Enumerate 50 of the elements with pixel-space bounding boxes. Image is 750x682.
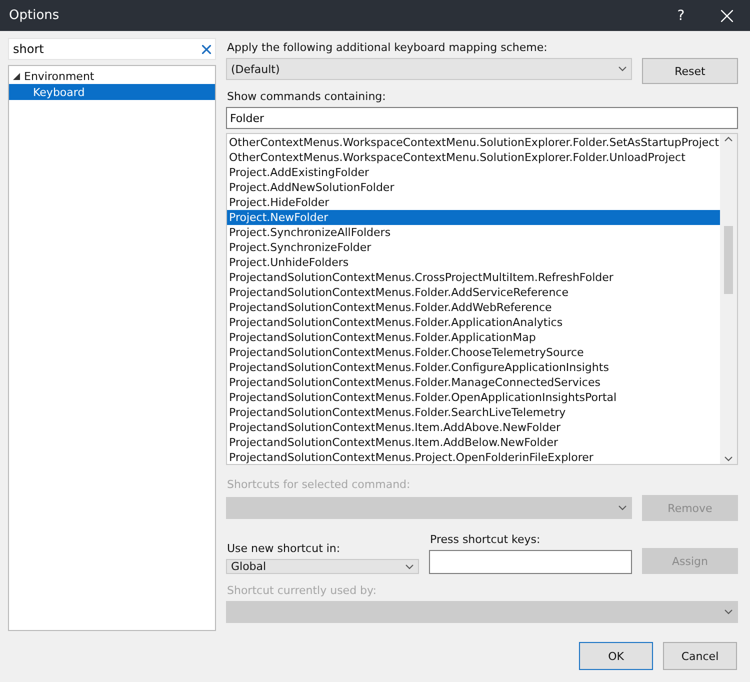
chevron-down-icon xyxy=(618,66,627,72)
shortcut-keys-field[interactable] xyxy=(429,550,632,574)
chevron-down-icon xyxy=(405,564,414,570)
filter-label: Show commands containing: xyxy=(227,90,387,103)
chevron-down-icon xyxy=(618,505,627,511)
command-item[interactable]: ProjectandSolutionContextMenus.Folder.ConfigureApplicationInsights xyxy=(227,360,720,375)
chevron-down-icon xyxy=(724,609,733,615)
command-item[interactable]: Project.UnhideFolders xyxy=(227,255,720,270)
command-item[interactable]: ProjectandSolutionContextMenus.Folder.AddServiceReference xyxy=(227,285,720,300)
command-item[interactable]: ProjectandSolutionContextMenus.Folder.SearchLiveTelemetry xyxy=(227,405,720,420)
command-item[interactable]: ProjectandSolutionContextMenus.Folder.AddWebReference xyxy=(227,300,720,315)
command-item[interactable]: Project.AddNewSolutionFolder xyxy=(227,180,720,195)
command-item[interactable]: Project.SynchronizeFolder xyxy=(227,240,720,255)
command-item[interactable]: Project.AddExistingFolder xyxy=(227,165,720,180)
command-item[interactable]: ProjectandSolutionContextMenus.CrossProjectMultiItem.RefreshFolder xyxy=(227,270,720,285)
dialog-button[interactable]: Cancel xyxy=(663,642,737,670)
scrollbar-thumb[interactable] xyxy=(724,226,733,294)
scope-dropdown[interactable]: Global xyxy=(226,559,419,574)
command-item[interactable]: ProjectandSolutionContextMenus.Item.AddAbove.NewFolder xyxy=(227,420,720,435)
command-item[interactable]: ProjectandSolutionContextMenus.Project.OpenFolderinFileExplorer xyxy=(227,450,720,465)
command-item[interactable]: ProjectandSolutionContextMenus.Folder.ApplicationMap xyxy=(227,330,720,345)
reset-button[interactable]: Reset xyxy=(642,58,738,84)
window-title: Options xyxy=(9,8,60,23)
dialog-button[interactable]: OK xyxy=(579,642,653,670)
filter-field[interactable]: Folder xyxy=(226,107,738,129)
scroll-down-icon xyxy=(724,456,733,462)
command-item[interactable]: Project.NewFolder xyxy=(227,210,720,225)
search-field[interactable]: short xyxy=(8,38,216,60)
command-item[interactable]: Project.SynchronizeAllFolders xyxy=(227,225,720,240)
close-icon[interactable] xyxy=(721,10,733,22)
scroll-up-icon[interactable] xyxy=(724,136,733,142)
scheme-label: Apply the following additional keyboard mapping scheme: xyxy=(227,41,548,54)
command-item[interactable]: Project.HideFolder xyxy=(227,195,720,210)
scope-label: Use new shortcut in: xyxy=(227,542,342,555)
scrollbar[interactable] xyxy=(720,134,737,464)
command-item[interactable]: ProjectandSolutionContextMenus.Folder.ApplicationAnalytics xyxy=(227,315,720,330)
command-item[interactable]: ProjectandSolutionContextMenus.Folder.ChooseTelemetrySource xyxy=(227,345,720,360)
command-item[interactable]: OtherContextMenus.WorkspaceContextMenu.SolutionExplorer.Folder.UnloadProject xyxy=(227,150,720,165)
command-item[interactable]: ProjectandSolutionContextMenus.Folder.OpenApplicationInsightsPortal xyxy=(227,390,720,405)
help-button[interactable]: ? xyxy=(658,8,704,24)
shortcuts-label: Shortcuts for selected command: xyxy=(227,478,412,491)
command-item[interactable]: OtherContextMenus.WorkspaceContextMenu.SolutionExplorer.Folder.SetAsStartupProject xyxy=(227,135,720,150)
clear-icon[interactable] xyxy=(202,44,211,54)
used-by-label: Shortcut currently used by: xyxy=(227,584,378,597)
keys-label: Press shortcut keys: xyxy=(430,533,542,546)
tree-item[interactable]: Keyboard xyxy=(9,84,215,100)
tree-item[interactable]: Environment xyxy=(9,68,215,84)
command-item[interactable]: ProjectandSolutionContextMenus.Item.AddBelow.NewFolder xyxy=(227,435,720,450)
scheme-dropdown[interactable]: (Default) xyxy=(226,58,632,80)
command-item[interactable]: ProjectandSolutionContextMenus.Folder.ManageConnectedServices xyxy=(227,375,720,390)
